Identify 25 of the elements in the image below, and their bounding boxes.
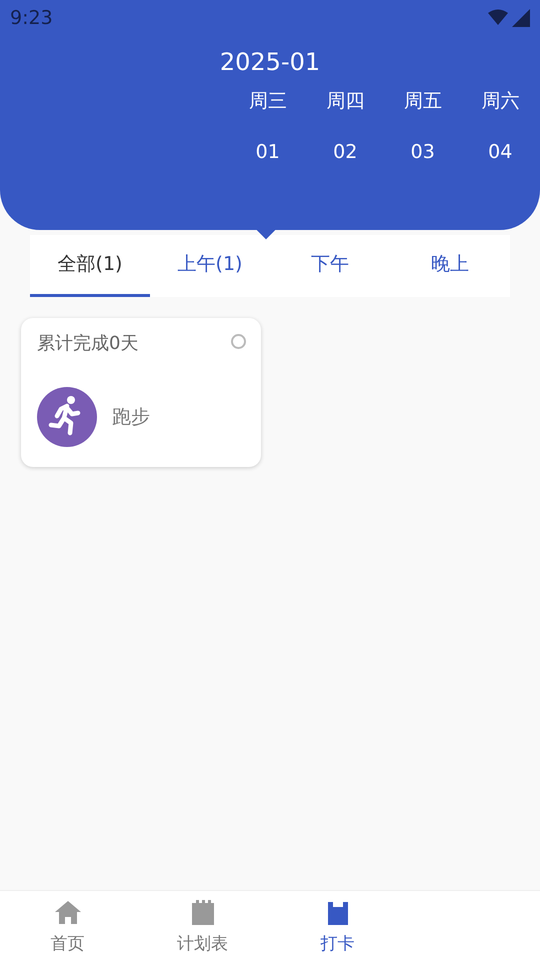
- date-label[interactable]: 01: [229, 138, 306, 166]
- filter-tab[interactable]: 下午: [270, 235, 390, 297]
- date-label[interactable]: 02: [306, 138, 384, 166]
- month-title: 2025-01: [220, 48, 320, 76]
- filter-tab[interactable]: 上午(1): [150, 235, 270, 297]
- nav-tab[interactable]: 打卡: [270, 891, 405, 960]
- weekday-label: 周五: [402, 89, 443, 114]
- weekday-label: 周三: [248, 89, 288, 114]
- filter-tab[interactable]: 全部(1): [30, 235, 150, 297]
- date-label[interactable]: 03: [384, 138, 462, 166]
- filter-tab[interactable]: 晚上: [390, 235, 510, 297]
- weekday-label: 周六: [480, 89, 520, 114]
- weekday-label: 周四: [325, 89, 366, 114]
- notepad-icon: [190, 899, 216, 926]
- date-label[interactable]: 04: [462, 138, 539, 166]
- habit-name: 跑步: [112, 404, 150, 430]
- nav-tab[interactable]: 首页: [0, 891, 135, 960]
- checkbox[interactable]: [231, 334, 246, 349]
- home-icon: [54, 899, 80, 926]
- habit-summary: 累计完成0天: [37, 332, 138, 356]
- status-time: 9:23: [10, 6, 53, 31]
- nav-tab[interactable]: 计划表: [135, 891, 270, 960]
- signal-icon: [512, 9, 530, 27]
- habit-card[interactable]: 累计完成0天 跑步: [21, 318, 261, 467]
- wifi-icon: [488, 9, 508, 25]
